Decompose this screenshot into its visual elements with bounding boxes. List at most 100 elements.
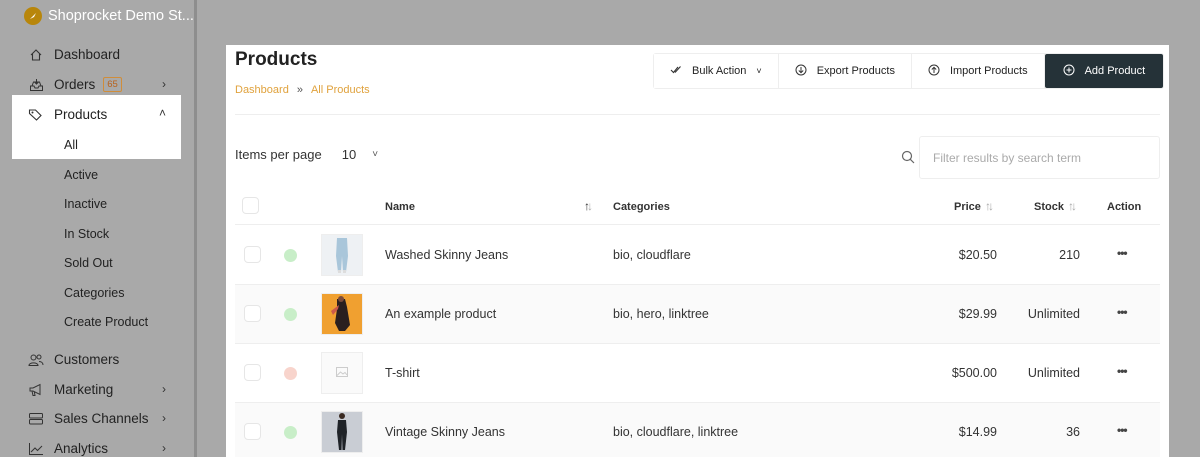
sidebar-subitem-in-stock[interactable]: In Stock <box>64 227 109 241</box>
sidebar-item-analytics[interactable]: Analytics › <box>0 434 182 457</box>
status-indicator <box>284 308 297 321</box>
export-products-button[interactable]: Export Products <box>778 54 912 88</box>
column-header-categories: Categories <box>613 201 670 213</box>
export-products-label: Export Products <box>816 65 895 77</box>
double-check-icon <box>670 65 682 78</box>
users-icon <box>28 352 44 368</box>
table-row[interactable]: T-shirt $500.00 Unlimited ••• <box>235 344 1160 403</box>
page-title: Products <box>235 49 318 70</box>
row-checkbox[interactable] <box>244 305 261 322</box>
row-checkbox[interactable] <box>244 364 261 381</box>
sidebar-item-products[interactable]: Products ˄ <box>0 100 182 129</box>
product-thumbnail <box>321 234 363 276</box>
upload-circle-icon <box>928 64 940 79</box>
product-stock: 210 <box>1059 248 1080 262</box>
product-stock: 36 <box>1066 425 1080 439</box>
product-categories: bio, cloudflare <box>613 248 691 262</box>
sort-price-icon[interactable]: ↑↓ <box>985 199 994 213</box>
product-thumbnail <box>321 352 363 394</box>
sidebar-item-label: Sales Channels <box>54 411 149 426</box>
import-products-button[interactable]: Import Products <box>911 54 1045 88</box>
sidebar-subitem-sold-out[interactable]: Sold Out <box>64 256 113 270</box>
sidebar-divider <box>194 0 197 457</box>
megaphone-icon <box>28 382 44 398</box>
column-header-action: Action <box>1107 201 1142 213</box>
plus-circle-icon <box>1063 64 1075 79</box>
table-row[interactable]: Vintage Skinny Jeans bio, cloudflare, li… <box>235 403 1160 457</box>
add-product-label: Add Product <box>1084 65 1146 77</box>
image-placeholder-icon <box>336 366 348 380</box>
table-row[interactable]: Washed Skinny Jeans bio, cloudflare $20.… <box>235 226 1160 285</box>
inbox-icon <box>28 77 44 93</box>
product-price: $29.99 <box>958 307 997 321</box>
select-all-checkbox[interactable] <box>242 197 259 214</box>
row-checkbox[interactable] <box>244 423 261 440</box>
add-product-button[interactable]: Add Product <box>1044 54 1164 88</box>
chevron-down-icon[interactable]: ˅ <box>372 149 378 160</box>
sidebar: Shoprocket Demo St... Dashboard Orders 6… <box>0 0 194 457</box>
sidebar-subitem-inactive[interactable]: Inactive <box>64 197 107 211</box>
product-name[interactable]: An example product <box>385 307 496 321</box>
store-switcher[interactable]: Shoprocket Demo St... <box>24 7 194 25</box>
sidebar-item-label: Orders <box>54 77 96 92</box>
bulk-action-button[interactable]: Bulk Action ˅ <box>654 54 779 88</box>
more-actions-icon[interactable]: ••• <box>1117 423 1128 437</box>
download-circle-icon <box>795 64 807 79</box>
product-stock: Unlimited <box>1027 307 1080 321</box>
column-header-price[interactable]: Price <box>954 201 981 213</box>
search-input[interactable] <box>919 136 1160 179</box>
chart-icon <box>28 441 44 457</box>
items-per-page-select[interactable]: 10 <box>342 147 356 162</box>
sidebar-item-sales-channels[interactable]: Sales Channels › <box>0 404 182 433</box>
product-name[interactable]: Vintage Skinny Jeans <box>385 425 505 439</box>
items-per-page-label: Items per page <box>235 147 322 162</box>
store-name: Shoprocket Demo St... <box>48 8 194 24</box>
sidebar-item-label: Customers <box>54 352 120 367</box>
sort-name-icon[interactable]: ↑↓ <box>584 199 593 213</box>
chevron-right-icon: › <box>162 77 166 91</box>
sort-stock-icon[interactable]: ↑↓ <box>1068 199 1077 213</box>
product-thumbnail <box>321 293 363 335</box>
sidebar-item-label: Dashboard <box>54 47 121 62</box>
tag-icon <box>28 107 44 123</box>
home-icon <box>28 47 44 63</box>
sidebar-item-label: Products <box>54 107 108 122</box>
breadcrumb-all-products-link[interactable]: All Products <box>311 84 370 96</box>
column-header-stock[interactable]: Stock <box>1034 201 1064 213</box>
items-per-page: Items per page 10 ˅ <box>235 147 378 162</box>
sidebar-item-marketing[interactable]: Marketing › <box>0 375 182 404</box>
product-price: $500.00 <box>951 366 997 380</box>
more-actions-icon[interactable]: ••• <box>1117 305 1128 319</box>
more-actions-icon[interactable]: ••• <box>1117 364 1128 378</box>
column-header-name[interactable]: Name <box>385 201 415 213</box>
chevron-right-icon: › <box>162 441 166 455</box>
more-actions-icon[interactable]: ••• <box>1117 246 1128 260</box>
table-row[interactable]: An example product bio, hero, linktree $… <box>235 285 1160 344</box>
product-stock: Unlimited <box>1027 366 1080 380</box>
sidebar-subitem-categories[interactable]: Categories <box>64 286 124 300</box>
products-panel: Products Dashboard » All Products Bulk A… <box>226 45 1169 457</box>
product-name[interactable]: Washed Skinny Jeans <box>385 248 508 262</box>
chevron-right-icon: › <box>162 382 166 396</box>
table-header: Name ↑↓ Categories Price ↑↓ Stock ↑↓ Act… <box>235 190 1160 225</box>
status-indicator <box>284 426 297 439</box>
server-icon <box>28 411 44 427</box>
header-divider <box>235 114 1160 115</box>
breadcrumb-separator: » <box>296 84 303 96</box>
status-indicator <box>284 367 297 380</box>
chevron-right-icon: › <box>162 411 166 425</box>
row-checkbox[interactable] <box>244 246 261 263</box>
store-logo-icon <box>24 7 42 25</box>
sidebar-item-label: Analytics <box>54 441 109 456</box>
product-thumbnail <box>321 411 363 453</box>
product-name[interactable]: T-shirt <box>385 366 420 380</box>
sidebar-item-customers[interactable]: Customers <box>0 345 182 374</box>
orders-count-badge: 65 <box>103 77 122 92</box>
breadcrumb-dashboard-link[interactable]: Dashboard <box>235 84 289 96</box>
import-products-label: Import Products <box>949 65 1028 77</box>
sidebar-subitem-create-product[interactable]: Create Product <box>64 315 148 329</box>
sidebar-item-dashboard[interactable]: Dashboard <box>0 40 182 69</box>
sidebar-subitem-active[interactable]: Active <box>64 168 98 182</box>
sidebar-item-label: Marketing <box>54 382 114 397</box>
sidebar-subitem-all[interactable]: All <box>64 138 78 152</box>
